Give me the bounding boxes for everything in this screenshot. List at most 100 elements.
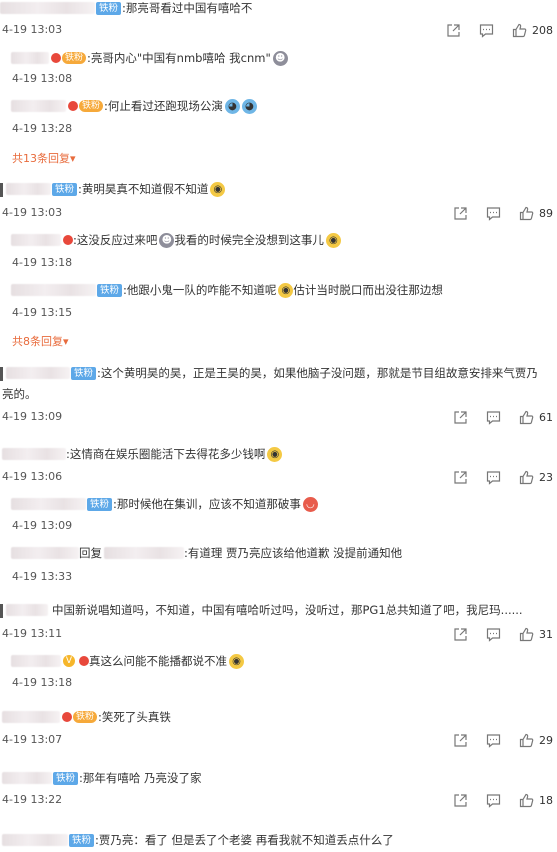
like-icon [512, 23, 527, 37]
comment-line: 铁粉:贾乃亮：看了 但是丢了个老婆 再看我就不知道丢点什么了 [2, 832, 394, 848]
comment-line: 铁粉:黄明昊真不知道假不知道 ◉ [6, 181, 226, 197]
reply-time: 4-19 13:18 [12, 256, 73, 269]
comment-button[interactable] [486, 410, 501, 425]
share-button[interactable] [453, 410, 468, 425]
like-count: 208 [532, 23, 553, 37]
emoji-icon: ◉ [278, 282, 294, 298]
comment-actions: 23 [435, 468, 553, 486]
comment-actions: 89 [435, 204, 553, 222]
share-button[interactable] [453, 733, 468, 748]
username-blurred[interactable] [6, 367, 70, 379]
comment-time: 4-19 13:09 [2, 410, 63, 423]
like-icon [519, 470, 534, 484]
comment-icon [486, 733, 501, 748]
like-button[interactable]: 23 [519, 470, 553, 485]
like-button[interactable]: 18 [519, 793, 553, 808]
username-blurred[interactable] [11, 498, 86, 510]
username-blurred[interactable] [6, 183, 51, 195]
reply-text: 真这么问能不能播都说不准 [89, 654, 227, 668]
comment-actions: 208 [428, 21, 553, 39]
reply-time: 4-19 13:28 [12, 122, 73, 135]
username-blurred[interactable] [11, 655, 61, 667]
comment-actions: 18 [435, 791, 553, 809]
username-blurred[interactable] [0, 2, 95, 14]
comment-text: :贾乃亮：看了 但是丢了个老婆 再看我就不知道丢点什么了 [95, 833, 394, 847]
comment-button[interactable] [486, 470, 501, 485]
show-replies-link[interactable]: 共8条回复▾ [12, 333, 69, 349]
comment-button[interactable] [486, 206, 501, 221]
comment-time: 4-19 13:07 [2, 733, 63, 746]
username-blurred[interactable] [11, 284, 96, 296]
comment-icon [479, 23, 494, 38]
emoji-icon: ◕ [224, 98, 240, 114]
emoji-icon: ◕ [241, 98, 257, 114]
crown-icon [51, 53, 61, 63]
share-button[interactable] [453, 627, 468, 642]
comment-line: 铁粉:笑死了头真铁 [2, 709, 171, 725]
like-button[interactable]: 61 [519, 410, 553, 425]
share-button[interactable] [453, 470, 468, 485]
username-blurred[interactable] [11, 100, 66, 112]
emoji-icon: ◉ [267, 446, 283, 462]
reply-time: 4-19 13:33 [12, 570, 73, 583]
crown-icon [68, 101, 78, 111]
fan-badge: 铁粉 [96, 1, 122, 15]
comment-line: 铁粉:那年有嘻哈 乃亮没了家 [2, 770, 202, 786]
emoji-icon: ◡ [302, 496, 318, 512]
like-button[interactable]: 208 [512, 23, 553, 38]
show-replies-link[interactable]: 共13条回复▾ [12, 150, 76, 166]
username-blurred[interactable] [11, 547, 79, 559]
vip-badge: 铁粉 [62, 52, 87, 64]
comment-time: 4-19 13:22 [2, 793, 63, 806]
username-blurred[interactable] [6, 604, 48, 616]
reply-line: 回复:有道理 贾乃亮应该给他道歉 没提前通知他 [11, 545, 402, 561]
like-icon [519, 206, 534, 220]
emoji-icon: ☻ [159, 232, 175, 248]
like-button[interactable]: 89 [519, 206, 553, 221]
vip-badge: 铁粉 [79, 100, 104, 112]
like-icon [519, 410, 534, 424]
like-icon [519, 627, 534, 641]
divider-mark [0, 604, 3, 618]
share-button[interactable] [453, 793, 468, 808]
username-blurred[interactable] [11, 234, 61, 246]
username-blurred[interactable] [104, 547, 184, 559]
username-blurred[interactable] [2, 834, 68, 846]
username-blurred[interactable] [2, 772, 52, 784]
share-icon [454, 627, 467, 641]
like-count: 61 [539, 410, 553, 424]
comment-button[interactable] [486, 627, 501, 642]
comment-text: :这个黄明昊的昊，正是王昊的昊，如果他脑子没问题，那就是节目组故意安排来气贾乃 [97, 366, 538, 380]
fan-badge: 铁粉 [53, 771, 79, 785]
like-count: 18 [539, 793, 553, 807]
username-blurred[interactable] [2, 448, 66, 460]
fan-badge: 铁粉 [87, 497, 113, 511]
like-button[interactable]: 31 [519, 627, 553, 642]
reply-text: :他跟小鬼一队的咋能不知道呢 [123, 283, 277, 297]
reply-text: :何止看过还跑现场公演 [104, 99, 223, 113]
comment-text: :这情商在娱乐圈能活下去得花多少钱啊 [66, 447, 266, 461]
reply-prefix: 回复 [79, 546, 102, 560]
like-button[interactable]: 29 [519, 733, 553, 748]
share-button[interactable] [446, 23, 461, 38]
reply-time: 4-19 13:09 [12, 519, 73, 532]
username-blurred[interactable] [11, 52, 49, 64]
username-blurred[interactable] [2, 711, 60, 723]
like-count: 29 [539, 733, 553, 747]
comment-icon [486, 627, 501, 642]
comment-text: :黄明昊真不知道假不知道 [78, 182, 209, 196]
reply-time: 4-19 13:08 [12, 72, 73, 85]
reply-text-cont: 估计当时脱口而出没往那边想 [293, 283, 443, 297]
comment-time: 4-19 13:03 [2, 23, 63, 36]
share-button[interactable] [453, 206, 468, 221]
emoji-icon: ◉ [325, 232, 341, 248]
fan-badge: 铁粉 [71, 366, 97, 380]
comment-button[interactable] [479, 23, 494, 38]
comment-actions: 29 [435, 731, 553, 749]
reply-line: 铁粉:那时候他在集训，应该不知道那破事 ◡ [11, 496, 318, 512]
comment-button[interactable] [486, 793, 501, 808]
comment-button[interactable] [486, 733, 501, 748]
reply-line: 铁粉:何止看过还跑现场公演 ◕ ◕ [11, 98, 257, 114]
vip-badge: 铁粉 [73, 711, 98, 723]
like-count: 23 [539, 470, 553, 484]
